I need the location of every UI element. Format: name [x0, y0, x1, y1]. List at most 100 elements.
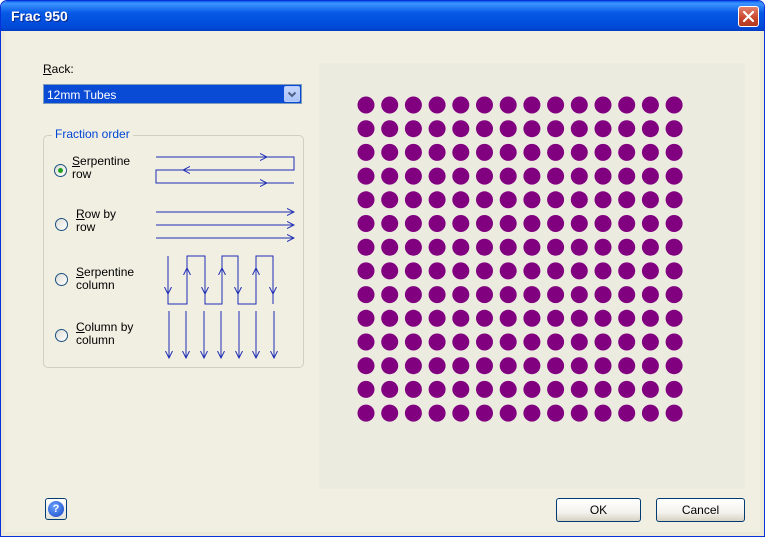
tube-position — [570, 357, 588, 375]
tube-position — [594, 380, 612, 398]
tube-position — [404, 286, 422, 304]
tube-position — [428, 380, 446, 398]
tube-position — [665, 120, 683, 138]
tube-position — [476, 309, 493, 327]
tube-position — [594, 333, 612, 351]
tube-position — [523, 143, 541, 161]
tube-position — [452, 357, 470, 375]
tube-position — [404, 238, 422, 256]
help-icon: ? — [48, 501, 64, 517]
ok-button[interactable]: OK — [556, 498, 641, 522]
tube-position — [594, 215, 612, 232]
cancel-button[interactable]: Cancel — [656, 498, 745, 522]
tube-position — [499, 357, 517, 375]
tube-position — [428, 191, 446, 209]
tube-position — [641, 357, 659, 375]
radio-serpentine-column[interactable] — [55, 273, 68, 286]
tube-position — [594, 120, 612, 138]
tube-position — [381, 167, 399, 185]
tube-position — [547, 380, 565, 398]
tube-position — [641, 286, 659, 304]
tube-position — [428, 404, 446, 422]
tube-position — [452, 215, 470, 232]
tube-position — [618, 262, 636, 280]
tube-position — [618, 215, 636, 232]
radio-column-by-column[interactable] — [55, 329, 68, 342]
tube-position — [570, 215, 588, 232]
tube-position — [452, 96, 470, 114]
rack-label: Rack: — [43, 62, 74, 76]
tube-position — [523, 215, 541, 232]
tube-position — [523, 96, 541, 114]
tube-position — [452, 238, 470, 256]
tube-position — [665, 238, 683, 256]
tube-position — [404, 309, 422, 327]
tube-position — [641, 262, 659, 280]
chevron-down-icon — [287, 91, 297, 98]
tube-position — [452, 191, 470, 209]
tube-position — [594, 167, 612, 185]
tube-position — [357, 191, 375, 209]
tube-position — [523, 357, 541, 375]
tube-position — [404, 120, 422, 138]
tube-position — [428, 167, 446, 185]
tube-position — [428, 357, 446, 375]
label-serpentine-row[interactable]: Serpentine row — [72, 155, 130, 181]
rack-select[interactable]: 12mm Tubes — [43, 84, 302, 104]
tube-position — [523, 238, 541, 256]
tube-position — [547, 120, 565, 138]
tube-position — [357, 380, 375, 398]
tube-position — [381, 333, 399, 351]
tube-position — [381, 96, 399, 114]
tube-position — [523, 380, 541, 398]
tube-position — [357, 143, 375, 161]
rack-dropdown-button[interactable] — [284, 86, 300, 102]
tube-position — [404, 215, 422, 232]
tube-position — [404, 333, 422, 351]
label-row-by-row[interactable]: Row by row — [76, 208, 116, 234]
tube-position — [641, 191, 659, 209]
tube-position — [618, 120, 636, 138]
tube-position — [428, 262, 446, 280]
tube-position — [476, 286, 493, 304]
tube-position — [404, 404, 422, 422]
radio-row-by-row[interactable] — [55, 218, 68, 231]
tube-position — [547, 357, 565, 375]
tube-position — [594, 238, 612, 256]
tube-position — [665, 167, 683, 185]
tube-position — [404, 262, 422, 280]
tube-position — [357, 238, 375, 256]
tube-position — [618, 143, 636, 161]
help-button[interactable]: ? — [45, 498, 67, 520]
tube-position — [357, 120, 375, 138]
tube-position — [641, 404, 659, 422]
tube-position — [570, 167, 588, 185]
tube-position — [547, 404, 565, 422]
tube-position — [476, 120, 493, 138]
tube-position — [357, 286, 375, 304]
tube-position — [499, 120, 517, 138]
close-icon — [742, 10, 755, 23]
tube-position — [381, 120, 399, 138]
tube-position — [404, 143, 422, 161]
radio-serpentine-row[interactable] — [54, 164, 67, 177]
tube-position — [476, 215, 493, 232]
close-button[interactable] — [738, 6, 759, 27]
tube-position — [499, 215, 517, 232]
tube-position — [499, 96, 517, 114]
tube-position — [594, 143, 612, 161]
tube-position — [641, 96, 659, 114]
tube-position — [665, 215, 683, 232]
tube-position — [594, 96, 612, 114]
tube-position — [547, 167, 565, 185]
tube-position — [570, 404, 588, 422]
tube-position — [641, 143, 659, 161]
label-column-by-column[interactable]: Column by column — [76, 321, 133, 347]
tube-position — [523, 404, 541, 422]
title-bar[interactable]: Frac 950 — [1, 1, 764, 31]
tube-position — [641, 380, 659, 398]
tube-position — [594, 286, 612, 304]
tube-position — [618, 380, 636, 398]
tube-position — [428, 333, 446, 351]
label-serpentine-column[interactable]: Serpentine column — [76, 266, 134, 292]
